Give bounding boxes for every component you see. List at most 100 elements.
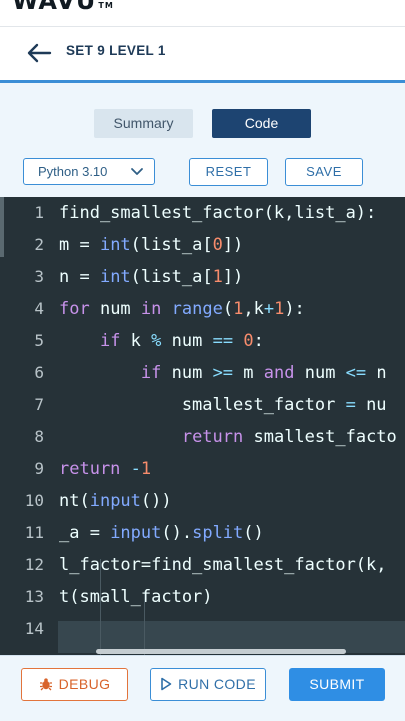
code-token: % [151, 331, 162, 351]
run-code-label: RUN CODE [178, 676, 256, 692]
line-number: 1 [34, 203, 44, 222]
code-token: num [294, 363, 346, 383]
code-line[interactable]: for num in range(1,k+1): [59, 293, 305, 325]
code-line[interactable]: t(small_factor) [59, 581, 213, 613]
code-token: if [140, 363, 162, 383]
code-token: _a = [59, 523, 111, 543]
code-token: return [181, 427, 244, 447]
code-token: ,k [243, 299, 264, 319]
top-app-bar: WAVU TM [0, 0, 405, 27]
code-token: (list_a[ [130, 267, 213, 287]
code-token: == [212, 331, 234, 351]
code-token: m = [59, 235, 100, 255]
code-token: ]) [222, 235, 244, 255]
editor-controls-panel: Summary Code Python 3.10 RESET SAVE [0, 83, 405, 197]
code-token: l_factor=find_smallest_factor(k, [59, 555, 387, 575]
code-line[interactable]: m = int(list_a[0]) [59, 229, 243, 261]
code-token: (list_a[ [130, 235, 213, 255]
code-token: t(small_factor) [59, 587, 213, 607]
bug-icon [39, 678, 52, 691]
line-number: 12 [24, 555, 44, 574]
code-line[interactable]: l_factor=find_smallest_factor(k, [59, 549, 387, 581]
horizontal-scrollbar[interactable] [96, 649, 346, 654]
action-footer: DEBUG RUN CODE SUBMIT [0, 655, 405, 721]
line-number: 9 [34, 459, 44, 478]
code-line[interactable]: _a = input().split() [59, 517, 264, 549]
code-line[interactable]: smallest_factor = nu [59, 389, 387, 421]
code-line[interactable]: if num >= m and num <= n [59, 357, 387, 389]
language-select-value: Python 3.10 [38, 164, 108, 179]
reset-button[interactable]: RESET [189, 158, 268, 186]
page-title: SET 9 LEVEL 1 [66, 43, 166, 58]
code-token: return [59, 459, 121, 479]
code-token: ): [284, 299, 305, 319]
code-token: in [140, 299, 162, 319]
code-token: num [89, 299, 141, 319]
line-number: 11 [24, 523, 44, 542]
line-number: 13 [24, 587, 44, 606]
code-token: input [89, 491, 141, 511]
code-token: range [171, 299, 223, 319]
code-token: n = [59, 267, 100, 287]
code-token: if [99, 331, 121, 351]
code-token: smallest_factor [59, 395, 346, 415]
code-token: 1 [233, 299, 244, 319]
arrow-left-icon[interactable] [26, 41, 52, 65]
line-number: 10 [24, 491, 44, 510]
submit-button[interactable]: SUBMIT [289, 668, 385, 701]
line-number: 5 [34, 331, 44, 350]
code-token: (). [161, 523, 193, 543]
line-number: 6 [34, 363, 44, 382]
line-number: 7 [34, 395, 44, 414]
page-header: SET 9 LEVEL 1 [0, 27, 405, 83]
debug-button[interactable]: DEBUG [21, 668, 128, 701]
line-number: 2 [34, 235, 44, 254]
code-token: <= [345, 363, 367, 383]
brand-logo: WAVU TM [12, 0, 114, 15]
code-token: num [161, 363, 213, 383]
line-number: 8 [34, 427, 44, 446]
save-button[interactable]: SAVE [285, 158, 363, 186]
code-token: find_smallest_factor(k,list_a): [59, 203, 377, 223]
language-select[interactable]: Python 3.10 [23, 158, 155, 185]
code-token: = [345, 395, 356, 415]
code-token: 0 [243, 331, 254, 351]
code-token: + [263, 299, 275, 319]
code-token: >= [212, 363, 234, 383]
code-token: ( [222, 299, 234, 319]
code-token: n [366, 363, 387, 383]
code-token: m [233, 363, 264, 383]
code-token: ]) [222, 267, 244, 287]
run-code-button[interactable]: RUN CODE [150, 668, 266, 701]
code-token: input [110, 523, 162, 543]
tab-summary[interactable]: Summary [94, 109, 193, 138]
line-number: 4 [34, 299, 44, 318]
code-line[interactable]: find_smallest_factor(k,list_a): [59, 197, 376, 229]
tab-code[interactable]: Code [212, 109, 311, 138]
code-line[interactable]: return -1 [59, 453, 151, 485]
code-token: k [120, 331, 152, 351]
logo-text: WAVU [12, 0, 97, 15]
code-line[interactable]: nt(input()) [59, 485, 172, 517]
code-token: for [59, 299, 90, 319]
line-number: 14 [24, 619, 44, 638]
code-token: ()) [140, 491, 172, 511]
debug-label: DEBUG [58, 676, 111, 692]
code-token: nu [355, 395, 387, 415]
code-token: 1 [140, 459, 152, 479]
chevron-down-icon [131, 168, 143, 175]
code-token: - [130, 459, 141, 479]
code-line[interactable]: return smallest_facto [59, 421, 397, 453]
code-editor[interactable]: 1 2 3 4 5 6 7 8 9 10 11 12 13 14 find_smallest_factor… [0, 197, 405, 655]
code-token: 1 [274, 299, 285, 319]
code-token: int [99, 267, 131, 287]
code-token: num [161, 331, 213, 351]
code-token: nt( [59, 491, 90, 511]
line-number: 3 [34, 267, 44, 286]
code-line[interactable]: if k % num == 0: [59, 325, 264, 357]
code-line[interactable]: n = int(list_a[1]) [59, 261, 243, 293]
